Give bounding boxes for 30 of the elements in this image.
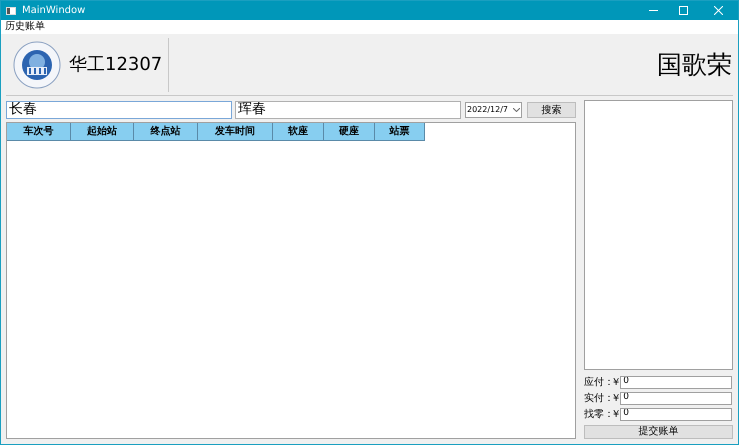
date-picker[interactable]: 2022/12/7 — [465, 102, 522, 118]
column-header[interactable]: 终点站 — [134, 123, 198, 141]
column-header[interactable]: 车次号 — [7, 123, 71, 141]
maximize-icon — [678, 6, 688, 15]
app-title: 华工12307 — [69, 53, 162, 77]
search-button[interactable]: 搜索 — [527, 102, 576, 118]
amount-field[interactable]: 0 — [620, 376, 732, 388]
submit-bill-button[interactable]: 提交账单 — [584, 425, 733, 439]
menu-item[interactable]: 历史账单 — [1, 21, 49, 33]
user-name: 国歌荣 — [657, 48, 732, 81]
column-header[interactable]: 硬座 — [324, 123, 375, 141]
currency-symbol: ￥ — [611, 376, 620, 390]
column-header[interactable]: 发车时间 — [198, 123, 273, 141]
close-icon — [714, 6, 722, 15]
payment-label: 实付： — [584, 392, 612, 406]
amount-field[interactable]: 0 — [620, 392, 732, 404]
column-header[interactable]: 起始站 — [71, 123, 134, 141]
emblem-icon — [13, 40, 61, 88]
currency-symbol: ￥ — [611, 408, 620, 422]
currency-symbol: ￥ — [611, 392, 620, 406]
chevron-down-icon — [513, 108, 520, 112]
window-title: MainWindow — [22, 4, 86, 18]
payment-label: 应付： — [584, 376, 612, 390]
window-icon — [6, 6, 16, 14]
column-header[interactable]: 软座 — [273, 123, 324, 141]
amount-field[interactable]: 0 — [620, 408, 732, 420]
column-header[interactable]: 站票 — [375, 123, 425, 141]
destination-field[interactable]: 珲春 — [235, 100, 461, 118]
payment-label: 找零： — [584, 408, 612, 422]
departure-field[interactable]: 长春 — [6, 100, 232, 118]
